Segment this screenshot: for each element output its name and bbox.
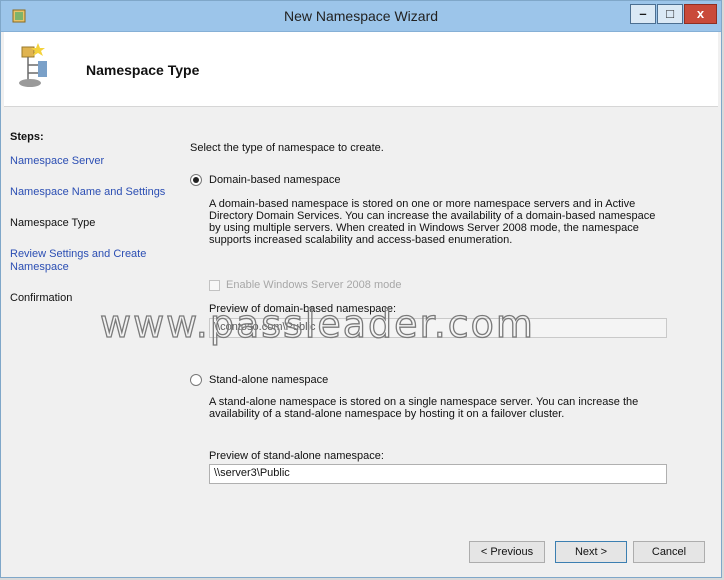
window-title: New Namespace Wizard bbox=[283, 8, 439, 24]
wizard-body: Namespace Type Steps: Namespace Server N… bbox=[4, 32, 718, 575]
domain-based-label: Domain-based namespace bbox=[209, 174, 341, 186]
enable-2008-mode-option[interactable]: Enable Windows Server 2008 mode bbox=[209, 279, 401, 291]
stand-alone-label: Stand-alone namespace bbox=[209, 374, 329, 386]
step-namespace-server[interactable]: Namespace Server bbox=[10, 155, 180, 168]
stand-alone-description: A stand-alone namespace is stored on a s… bbox=[209, 396, 639, 420]
enable-2008-mode-label: Enable Windows Server 2008 mode bbox=[226, 279, 402, 291]
maximize-button[interactable]: □ bbox=[657, 4, 683, 24]
stand-alone-preview-field: \\server3\Public bbox=[209, 464, 667, 484]
namespace-wizard-icon bbox=[19, 43, 47, 87]
step-namespace-type: Namespace Type bbox=[10, 217, 96, 229]
domain-based-option[interactable]: Domain-based namespace bbox=[190, 174, 340, 186]
cancel-button[interactable]: Cancel bbox=[633, 541, 705, 563]
minimize-button[interactable]: – bbox=[630, 4, 656, 24]
wizard-window: New Namespace Wizard – □ x Namespace Typ… bbox=[0, 0, 722, 578]
steps-title: Steps: bbox=[10, 131, 44, 143]
step-review-settings[interactable]: Review Settings and Create Namespace bbox=[10, 248, 180, 274]
domain-based-description: A domain-based namespace is stored on on… bbox=[209, 198, 656, 246]
stand-alone-radio[interactable] bbox=[190, 374, 202, 386]
wizard-header: Namespace Type bbox=[4, 32, 718, 107]
domain-based-radio[interactable] bbox=[190, 174, 202, 186]
stand-alone-option[interactable]: Stand-alone namespace bbox=[190, 374, 328, 386]
previous-button[interactable]: < Previous bbox=[469, 541, 545, 563]
close-button[interactable]: x bbox=[684, 4, 717, 24]
enable-2008-mode-checkbox[interactable] bbox=[209, 279, 220, 291]
stand-alone-preview-label: Preview of stand-alone namespace: bbox=[209, 450, 384, 462]
title-bar[interactable]: New Namespace Wizard – □ x bbox=[1, 1, 721, 32]
next-button[interactable]: Next > bbox=[555, 541, 627, 563]
steps-panel: Steps: Namespace Server Namespace Name a… bbox=[10, 131, 180, 323]
instruction-text: Select the type of namespace to create. bbox=[190, 142, 384, 154]
watermark-text: www.passleader.com bbox=[99, 301, 535, 346]
page-title: Namespace Type bbox=[86, 62, 200, 78]
step-namespace-name-settings[interactable]: Namespace Name and Settings bbox=[10, 186, 180, 199]
